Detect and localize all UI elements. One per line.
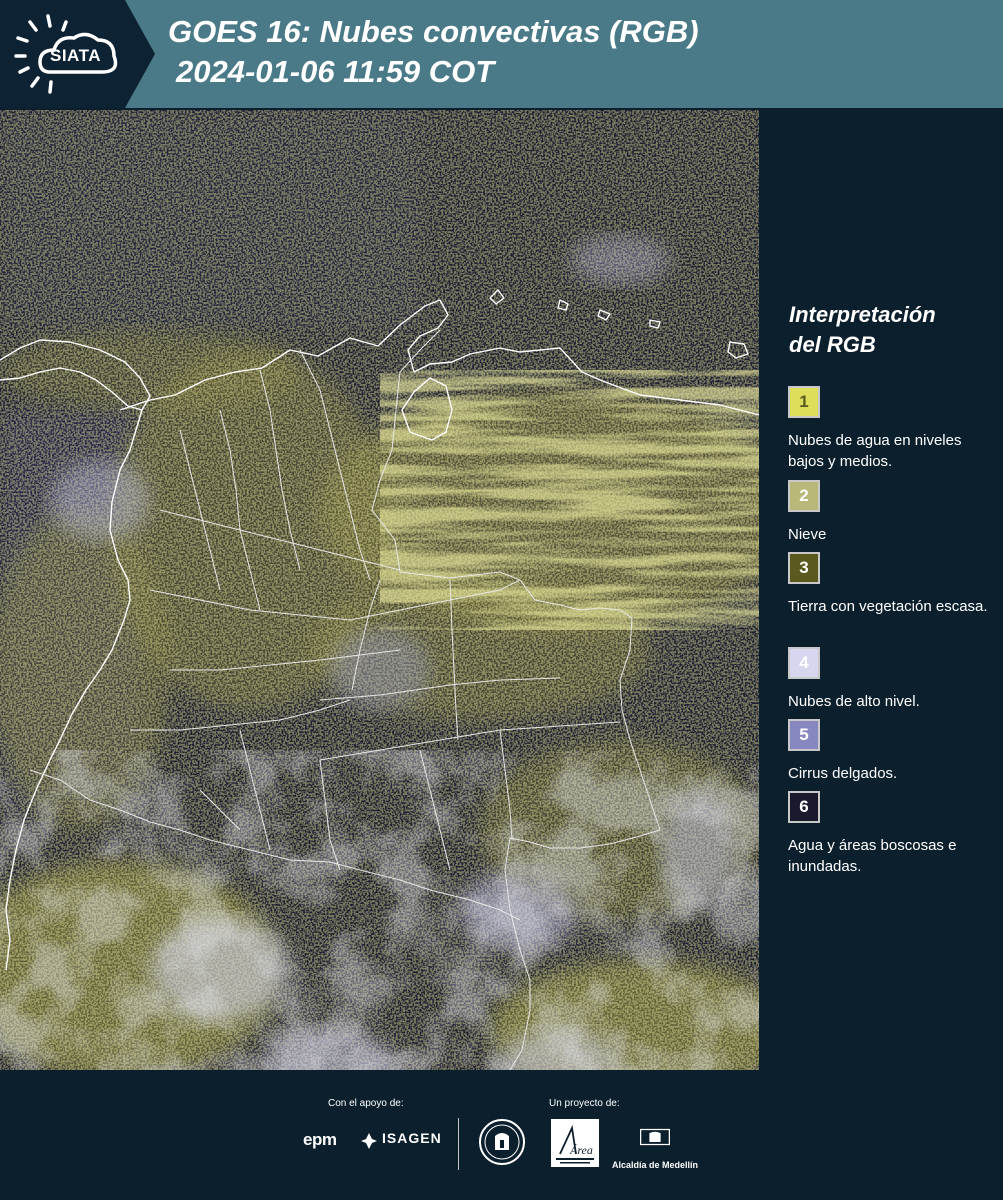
legend-swatch: 6 [788, 791, 820, 823]
legend-label: Nubes de alto nivel. [788, 693, 920, 710]
epm-logo[interactable]: epm [303, 1130, 337, 1150]
legend-swatch: 2 [788, 480, 820, 512]
legend-swatch: 1 [788, 386, 820, 418]
legend-label: Nieve [788, 526, 827, 543]
legend-number: 2 [799, 486, 809, 505]
legend-label: Agua y áreas boscosas e inundadas. [788, 837, 957, 875]
legend-swatch: 4 [788, 647, 820, 679]
map-title: GOES 16: Nubes convectivas (RGB) [168, 14, 699, 49]
legend-label: Cirrus delgados. [788, 765, 898, 782]
legend-number: 1 [799, 392, 809, 411]
satellite-map[interactable] [0, 110, 759, 1070]
alcaldia-logo-text[interactable]: Alcaldía de Medellín [612, 1160, 698, 1170]
footer: Con el apoyo de: Un proyecto de: epm ISA… [0, 1070, 1003, 1200]
legend-item-4: 4 Nubes de alto nivel. [788, 647, 998, 712]
siata-logo-text: SIATA [50, 46, 101, 65]
legend-item-3: 3 Tierra con vegetación escasa. [788, 552, 998, 617]
area-logo-text: Área [569, 1143, 593, 1157]
footer-divider [458, 1118, 459, 1170]
medellin-seal-icon[interactable] [478, 1118, 526, 1166]
legend-item-2: 2 Nieve [788, 480, 998, 545]
legend-number: 3 [799, 558, 809, 577]
legend-title: Interpretación del RGB [789, 300, 989, 360]
header-bar: SIATA GOES 16: Nubes convectivas (RGB) 2… [0, 0, 1003, 108]
legend-number: 6 [799, 797, 809, 816]
legend-panel: Interpretación del RGB 1 Nubes de agua e… [759, 108, 1003, 1070]
area-metropolitana-logo[interactable]: Área [550, 1118, 600, 1168]
legend-label: Nubes de agua en niveles bajos y medios. [788, 432, 962, 470]
legend-swatch: 5 [788, 719, 820, 751]
support-caption: Con el apoyo de: [328, 1098, 404, 1109]
map-timestamp: 2024-01-06 11:59 COT [176, 54, 495, 89]
legend-number: 4 [799, 653, 809, 672]
isagen-icon [361, 1133, 377, 1149]
legend-title-line1: Interpretación [789, 302, 936, 327]
legend-number: 5 [799, 725, 809, 744]
isagen-logo[interactable]: ISAGEN [382, 1130, 442, 1146]
legend-swatch: 3 [788, 552, 820, 584]
legend-item-1: 1 Nubes de agua en niveles bajos y medio… [788, 386, 998, 472]
siata-logo[interactable]: SIATA [0, 0, 155, 108]
legend-item-6: 6 Agua y áreas boscosas e inundadas. [788, 791, 998, 877]
legend-item-5: 5 Cirrus delgados. [788, 719, 998, 784]
legend-title-line2: del RGB [789, 332, 876, 357]
legend-label: Tierra con vegetación escasa. [788, 598, 988, 615]
project-caption: Un proyecto de: [549, 1098, 620, 1109]
alcaldia-shield-icon [640, 1128, 670, 1146]
